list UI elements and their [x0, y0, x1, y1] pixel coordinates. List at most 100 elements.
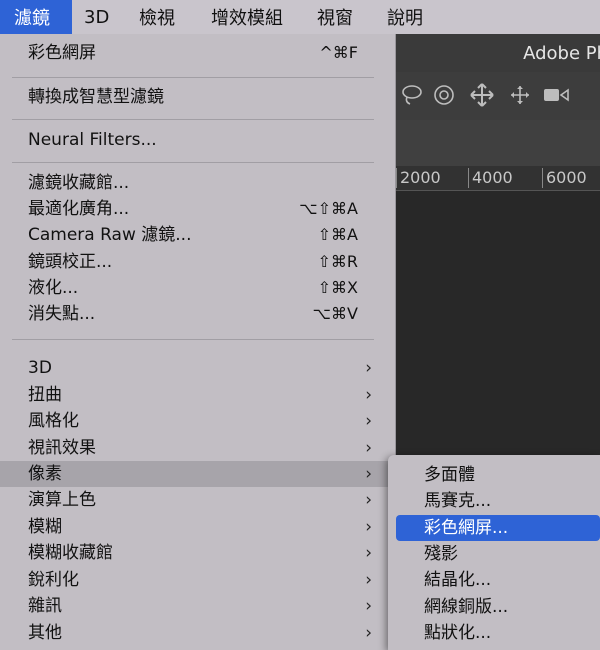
menu-item-stylize[interactable]: 風格化 › — [0, 408, 396, 434]
submenu-item-mezzotint[interactable]: 網線銅版... — [396, 594, 600, 620]
menu-item-label: 模糊收藏館 — [28, 543, 113, 563]
menu-item-label: 液化... — [28, 278, 79, 298]
menu-window-label: 視窗 — [317, 8, 353, 29]
menu-item-3d[interactable]: 3D › — [0, 355, 396, 381]
menu-filter-label: 濾鏡 — [14, 8, 50, 29]
chevron-right-icon: › — [365, 358, 372, 378]
submenu-item-facet[interactable]: 多面體 — [396, 462, 600, 488]
chevron-right-icon: › — [365, 517, 372, 537]
menu-item-distort[interactable]: 扭曲 › — [0, 382, 396, 408]
rotate-3d-icon[interactable] — [430, 82, 458, 110]
submenu-item-mosaic[interactable]: 馬賽克... — [396, 488, 600, 514]
menu-item-adaptive-wide-angle[interactable]: 最適化廣角... ⌥⇧⌘A — [0, 196, 396, 222]
menu-item-label: 風格化 — [28, 411, 79, 431]
chevron-right-icon: › — [365, 385, 372, 405]
menu-separator — [12, 119, 374, 120]
menu-view[interactable]: 檢視 — [127, 0, 197, 34]
submenu-item-label: 馬賽克... — [424, 491, 492, 511]
slide-3d-icon[interactable] — [506, 82, 534, 110]
menu-item-render[interactable]: 演算上色 › — [0, 487, 396, 513]
ruler-label: 4000 — [468, 168, 513, 188]
lasso-icon[interactable] — [398, 82, 426, 110]
submenu-item-label: 多面體 — [424, 465, 475, 485]
menu-item-shortcut: ⌥⌘V — [312, 304, 358, 323]
chevron-right-icon: › — [365, 438, 372, 458]
menu-item-label: 視訊效果 — [28, 438, 96, 458]
chevron-right-icon: › — [365, 570, 372, 590]
menu-item-label: Neural Filters... — [28, 130, 157, 150]
menu-item-shortcut: ⌥⇧⌘A — [299, 199, 358, 218]
menu-item-label: 扭曲 — [28, 385, 62, 405]
menu-filter[interactable]: 濾鏡 — [0, 0, 72, 34]
menu-view-label: 檢視 — [139, 8, 175, 29]
ruler-label: 6000 — [542, 168, 587, 188]
menu-help-label: 說明 — [387, 8, 423, 29]
app-title: Adobe Ph — [523, 42, 600, 64]
menu-item-label: 鏡頭校正... — [28, 252, 113, 272]
menu-item-shortcut: ^⌘F — [319, 43, 358, 62]
menu-plugins[interactable]: 增效模組 — [197, 0, 305, 34]
submenu-item-crystallize[interactable]: 結晶化... — [396, 567, 600, 593]
submenu-item-pointillize[interactable]: 點狀化... — [396, 620, 600, 646]
menu-item-filter-gallery[interactable]: 濾鏡收藏館... — [0, 170, 396, 196]
chevron-right-icon: › — [365, 623, 372, 643]
pixelate-submenu: 多面體 馬賽克... 彩色網屏... 殘影 結晶化... 網線銅版... 點狀化… — [388, 455, 600, 650]
menu-window[interactable]: 視窗 — [305, 0, 375, 34]
menu-item-label: 像素 — [28, 464, 62, 484]
submenu-item-label: 網線銅版... — [424, 597, 509, 617]
menu-item-blur-gallery[interactable]: 模糊收藏館 › — [0, 540, 396, 566]
menu-item-sharpen[interactable]: 銳利化 › — [0, 567, 396, 593]
menu-item-last-filter[interactable]: 彩色網屏 ^⌘F — [0, 40, 396, 66]
chevron-right-icon: › — [365, 464, 372, 484]
menu-item-label: 3D — [28, 358, 52, 378]
chevron-right-icon: › — [365, 543, 372, 563]
options-toolbar — [396, 72, 600, 120]
menu-item-video[interactable]: 視訊效果 › — [0, 435, 396, 461]
chevron-right-icon: › — [365, 596, 372, 616]
menu-item-blur[interactable]: 模糊 › — [0, 514, 396, 540]
menu-item-pixelate[interactable]: 像素 › — [0, 461, 396, 487]
menu-item-vanishing-point[interactable]: 消失點... ⌥⌘V — [0, 301, 396, 327]
menu-help[interactable]: 說明 — [375, 0, 445, 34]
menu-item-camera-raw[interactable]: Camera Raw 濾鏡... ⇧⌘A — [0, 222, 396, 248]
menu-item-label: 雜訊 — [28, 596, 62, 616]
pan-3d-icon[interactable] — [468, 82, 496, 110]
menu-item-label: 演算上色 — [28, 490, 96, 510]
menu-item-neural-filters[interactable]: Neural Filters... — [0, 127, 396, 153]
menu-item-label: 最適化廣角... — [28, 199, 130, 219]
menu-item-shortcut: ⇧⌘X — [317, 278, 358, 297]
menu-separator — [12, 77, 374, 78]
menu-item-label: 消失點... — [28, 304, 96, 324]
menu-item-convert-smart-filter[interactable]: 轉換成智慧型濾鏡 — [0, 84, 396, 110]
submenu-item-label: 殘影 — [424, 544, 458, 564]
menu-item-label: 其他 — [28, 623, 62, 643]
menu-item-label: Camera Raw 濾鏡... — [28, 225, 192, 245]
horizontal-ruler: 2000 4000 6000 — [396, 166, 600, 191]
menu-item-label: 銳利化 — [28, 570, 79, 590]
submenu-item-label: 結晶化... — [424, 570, 492, 590]
menu-plugins-label: 增效模組 — [211, 8, 283, 29]
menu-item-label: 轉換成智慧型濾鏡 — [28, 87, 164, 107]
menu-item-label: 模糊 — [28, 517, 62, 537]
menu-item-other[interactable]: 其他 › — [0, 620, 396, 646]
menu-3d[interactable]: 3D — [72, 0, 127, 34]
filter-menu: 彩色網屏 ^⌘F 轉換成智慧型濾鏡 Neural Filters... 濾鏡收藏… — [0, 34, 396, 650]
video-camera-icon[interactable] — [542, 82, 570, 110]
menu-bar: 濾鏡 3D 檢視 增效模組 視窗 說明 — [0, 0, 600, 34]
menu-3d-label: 3D — [84, 6, 110, 28]
menu-item-noise[interactable]: 雜訊 › — [0, 593, 396, 619]
panel-area — [396, 120, 600, 166]
submenu-item-label: 點狀化... — [424, 623, 492, 643]
menu-separator — [12, 339, 374, 340]
menu-item-label: 彩色網屏 — [28, 43, 96, 63]
submenu-item-color-halftone[interactable]: 彩色網屏... — [396, 515, 600, 541]
ruler-label: 2000 — [396, 168, 441, 188]
submenu-item-fragment[interactable]: 殘影 — [396, 541, 600, 567]
menu-item-shortcut: ⇧⌘A — [317, 225, 358, 244]
chevron-right-icon: › — [365, 490, 372, 510]
app-title-bar: Adobe Ph — [396, 34, 600, 72]
menu-item-shortcut: ⇧⌘R — [317, 252, 358, 271]
chevron-right-icon: › — [365, 411, 372, 431]
menu-item-liquify[interactable]: 液化... ⇧⌘X — [0, 275, 396, 301]
menu-item-lens-correction[interactable]: 鏡頭校正... ⇧⌘R — [0, 249, 396, 275]
